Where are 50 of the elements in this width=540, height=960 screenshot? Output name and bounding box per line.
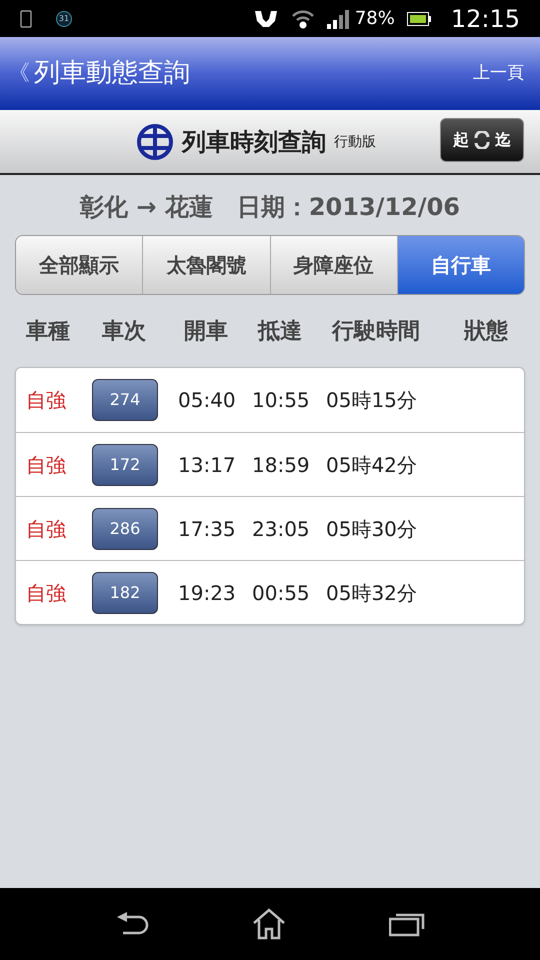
calendar-notification-icon: 31 xyxy=(56,10,72,26)
column-header: 行駛時間 xyxy=(332,318,421,346)
swap-icon xyxy=(473,131,491,149)
recent-apps-icon[interactable] xyxy=(388,911,425,937)
phone-icon xyxy=(20,10,32,28)
travel-duration: 05時15分 xyxy=(326,387,418,414)
train-type: 自強 xyxy=(26,387,67,414)
previous-page-button[interactable]: 上一頁 xyxy=(465,60,532,86)
departure-time: 19:23 xyxy=(178,580,237,606)
battery-icon xyxy=(406,12,431,26)
column-header: 抵達 xyxy=(258,318,303,346)
wifi-icon xyxy=(290,8,315,30)
departure-time: 05:40 xyxy=(178,387,237,414)
date-text: 日期：2013/12/06 xyxy=(236,192,460,223)
train-number-button[interactable]: 286 xyxy=(92,508,158,550)
train-number-button[interactable]: 182 xyxy=(92,572,158,614)
departure-time: 17:35 xyxy=(178,516,237,542)
railway-logo-icon xyxy=(136,122,174,160)
train-type: 自強 xyxy=(26,452,67,478)
column-header: 狀態 xyxy=(464,318,509,346)
page-title: 列車動態查詢 xyxy=(34,57,190,90)
filter-tab[interactable]: 全部顯示 xyxy=(16,236,142,294)
train-type: 自強 xyxy=(26,516,67,542)
travel-duration: 05時30分 xyxy=(326,516,418,542)
departure-time: 13:17 xyxy=(178,452,237,478)
train-number-button[interactable]: 172 xyxy=(92,444,158,486)
route-text: 彰化 → 花蓮 xyxy=(80,192,213,223)
column-header: 車種 xyxy=(26,318,71,346)
arrival-time: 00:55 xyxy=(252,580,311,606)
app-title: 列車時刻查詢 xyxy=(182,126,326,158)
column-header: 開車 xyxy=(184,318,229,346)
filter-tab[interactable]: 自行車 xyxy=(396,236,524,294)
clock: 12:15 xyxy=(450,4,520,34)
battery-percent: 78% xyxy=(354,7,395,31)
train-type: 自強 xyxy=(26,580,67,606)
signal-icon xyxy=(326,8,351,28)
back-chevron-icon[interactable]: 《 xyxy=(8,57,30,90)
app-subtitle: 行動版 xyxy=(334,132,376,152)
arrival-time: 10:55 xyxy=(252,387,311,414)
back-icon[interactable] xyxy=(115,911,150,937)
swap-stations-button[interactable]: 起 迄 xyxy=(440,118,524,162)
filter-tab[interactable]: 身障座位 xyxy=(270,236,397,294)
train-number-button[interactable]: 274 xyxy=(92,379,158,421)
home-icon[interactable] xyxy=(252,908,286,940)
arrival-time: 18:59 xyxy=(252,452,311,478)
column-header: 車次 xyxy=(102,318,147,346)
arrival-time: 23:05 xyxy=(252,516,311,542)
travel-duration: 05時32分 xyxy=(326,580,418,606)
travel-duration: 05時42分 xyxy=(326,452,418,478)
filter-tab[interactable]: 太魯閣號 xyxy=(142,236,270,294)
